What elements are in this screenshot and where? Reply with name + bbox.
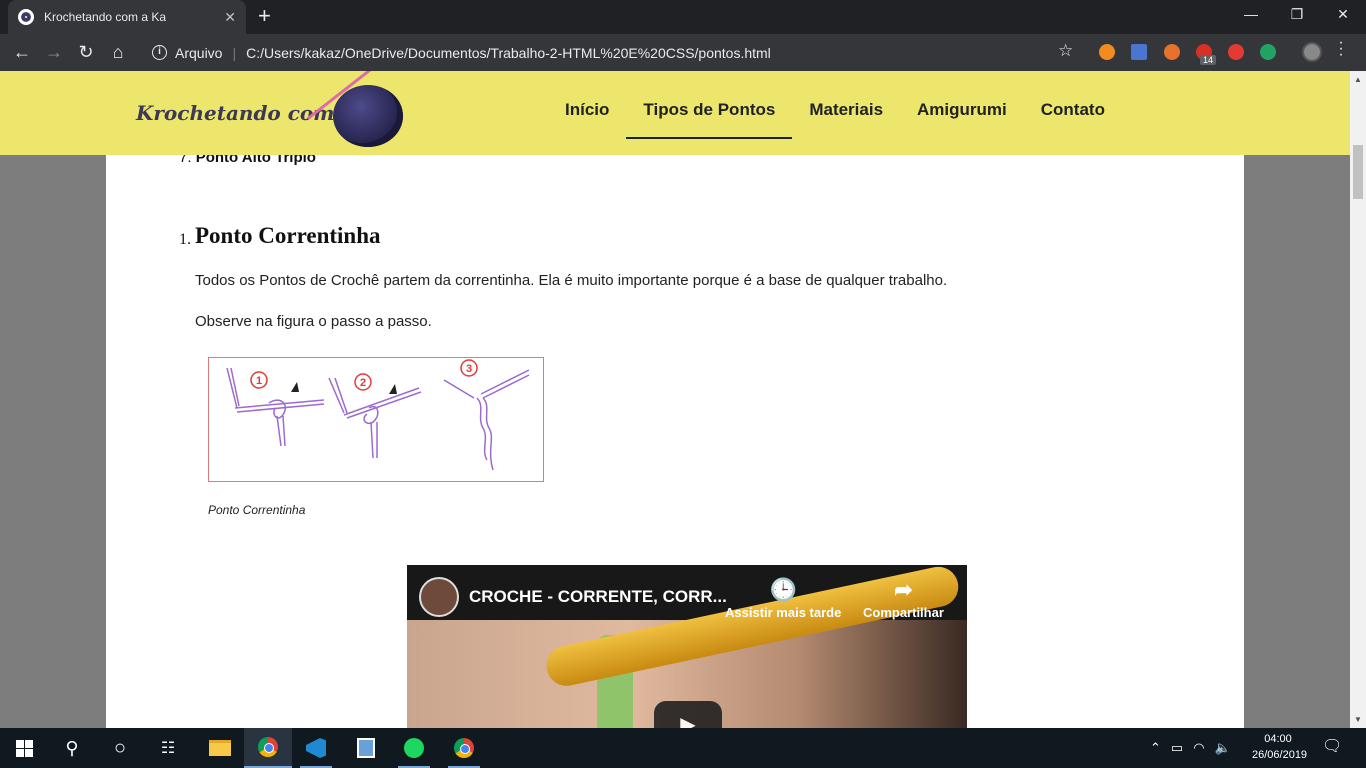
extension-badge: 14 <box>1200 55 1217 65</box>
play-button-icon[interactable]: ▶ <box>654 701 722 728</box>
watch-later-button[interactable]: 🕒 Assistir mais tarde <box>725 577 841 620</box>
intro-paragraph: Todos os Pontos de Crochê partem da corr… <box>195 272 948 289</box>
page-viewport: Krochetando com a Ka Início Tipos de Pon… <box>0 71 1350 728</box>
extension-translate-icon[interactable] <box>1131 44 1147 60</box>
figure-caption: Ponto Correntinha <box>208 503 306 517</box>
back-icon[interactable]: ← <box>6 42 38 63</box>
browser-toolbar: ← → ↻ ⌂ i Arquivo | C:/Users/kakaz/OneDr… <box>0 34 1366 71</box>
extension-youtube-icon[interactable] <box>1228 44 1244 60</box>
site-favicon-icon <box>18 9 34 25</box>
windows-taskbar: ⚲ ○ ☷ ⌃ ▭ ◠ 🔈 04:00 26/06/2019 🗨 <box>0 728 1366 768</box>
chevron-up-icon[interactable]: ⌃ <box>1150 740 1161 756</box>
share-label: Compartilhar <box>863 605 944 620</box>
search-icon[interactable]: ⚲ <box>48 728 96 768</box>
vscode-taskbar-icon[interactable] <box>292 728 340 768</box>
address-divider: | <box>232 44 237 61</box>
section-title: Ponto Correntinha <box>195 223 381 248</box>
task-view-icon[interactable]: ☷ <box>144 728 192 768</box>
chrome-taskbar-icon[interactable] <box>244 728 292 768</box>
video-player[interactable]: CROCHE - CORRENTE, CORR... 🕒 Assistir ma… <box>407 565 967 728</box>
new-tab-icon[interactable]: + <box>258 4 271 28</box>
chain-stitch-figure: 1 2 3 <box>208 357 544 482</box>
nav-materiais[interactable]: Materiais <box>792 71 900 155</box>
watch-later-label: Assistir mais tarde <box>725 605 842 620</box>
cortana-icon[interactable]: ○ <box>96 728 144 768</box>
figure-step-label: 1 <box>256 375 262 387</box>
nav-inicio[interactable]: Início <box>548 71 626 155</box>
page-scrollbar[interactable]: ▲ ▼ <box>1350 71 1366 728</box>
figure-step-label: 2 <box>360 377 366 389</box>
chrome-secondary-taskbar-icon[interactable] <box>440 728 488 768</box>
address-bar[interactable]: i Arquivo | C:/Users/kakaz/OneDrive/Docu… <box>140 40 1090 65</box>
address-url[interactable]: C:/Users/kakaz/OneDrive/Documentos/Traba… <box>246 45 771 61</box>
site-header: Krochetando com a Ka Início Tipos de Pon… <box>0 71 1350 155</box>
tab-close-icon[interactable]: ✕ <box>224 9 236 26</box>
browser-tab[interactable]: Krochetando com a Ka ✕ <box>8 0 246 34</box>
file-explorer-icon[interactable] <box>196 728 244 768</box>
clock-date: 26/06/2019 <box>1252 749 1308 761</box>
scroll-up-icon[interactable]: ▲ <box>1354 75 1362 84</box>
share-icon: ➦ <box>894 577 913 602</box>
video-title[interactable]: CROCHE - CORRENTE, CORR... <box>469 587 727 607</box>
address-scheme: Arquivo <box>175 44 223 61</box>
browser-tab-bar: Krochetando com a Ka ✕ + — ❐ ✕ <box>0 0 1366 34</box>
scroll-down-icon[interactable]: ▼ <box>1354 715 1362 724</box>
tab-title: Krochetando com a Ka <box>44 10 167 24</box>
extension-fire-icon[interactable] <box>1164 44 1180 60</box>
minimize-icon[interactable]: — <box>1240 6 1262 22</box>
section-number: 1. <box>179 231 191 248</box>
spotify-taskbar-icon[interactable] <box>390 728 438 768</box>
volume-icon[interactable]: 🔈 <box>1215 740 1231 756</box>
browser-menu-icon[interactable]: · · · <box>1336 35 1346 63</box>
windows-logo-icon <box>15 739 33 757</box>
nav-tipos-de-pontos[interactable]: Tipos de Pontos <box>626 71 793 155</box>
clock-icon: 🕒 <box>769 577 797 602</box>
instruction-paragraph: Observe na figura o passo a passo. <box>195 313 432 330</box>
notification-icon[interactable]: 🗨 <box>1322 736 1342 756</box>
extension-play-icon[interactable] <box>1099 44 1115 60</box>
window-close-icon[interactable]: ✕ <box>1332 6 1354 23</box>
system-tray: ⌃ ▭ ◠ 🔈 <box>1150 728 1231 768</box>
yarn-ball-icon <box>333 85 403 147</box>
figure-step-label: 3 <box>466 363 472 375</box>
info-icon[interactable]: i <box>152 45 167 60</box>
chain-stitch-illustration: 1 2 3 <box>226 359 530 471</box>
system-clock[interactable]: 04:00 26/06/2019 <box>1252 731 1308 763</box>
nav-contato[interactable]: Contato <box>1024 71 1122 155</box>
bookmark-star-icon[interactable]: ☆ <box>1058 41 1073 61</box>
forward-icon[interactable]: → <box>38 42 70 63</box>
start-button[interactable] <box>0 728 48 768</box>
extension-chat-icon[interactable] <box>1260 44 1276 60</box>
nav-amigurumi[interactable]: Amigurumi <box>900 71 1024 155</box>
battery-icon[interactable]: ▭ <box>1171 740 1183 756</box>
scroll-thumb[interactable] <box>1353 145 1363 199</box>
clock-time: 04:00 <box>1264 733 1292 745</box>
share-button[interactable]: ➦ Compartilhar <box>863 577 944 620</box>
notepad-taskbar-icon[interactable] <box>342 728 390 768</box>
reload-icon[interactable]: ↻ <box>70 42 102 63</box>
restore-icon[interactable]: ❐ <box>1286 6 1308 23</box>
main-nav: Início Tipos de Pontos Materiais Amiguru… <box>548 71 1122 155</box>
channel-avatar[interactable] <box>419 577 459 617</box>
home-icon[interactable]: ⌂ <box>102 42 134 63</box>
wifi-icon[interactable]: ◠ <box>1193 740 1204 756</box>
profile-avatar[interactable] <box>1302 42 1322 62</box>
